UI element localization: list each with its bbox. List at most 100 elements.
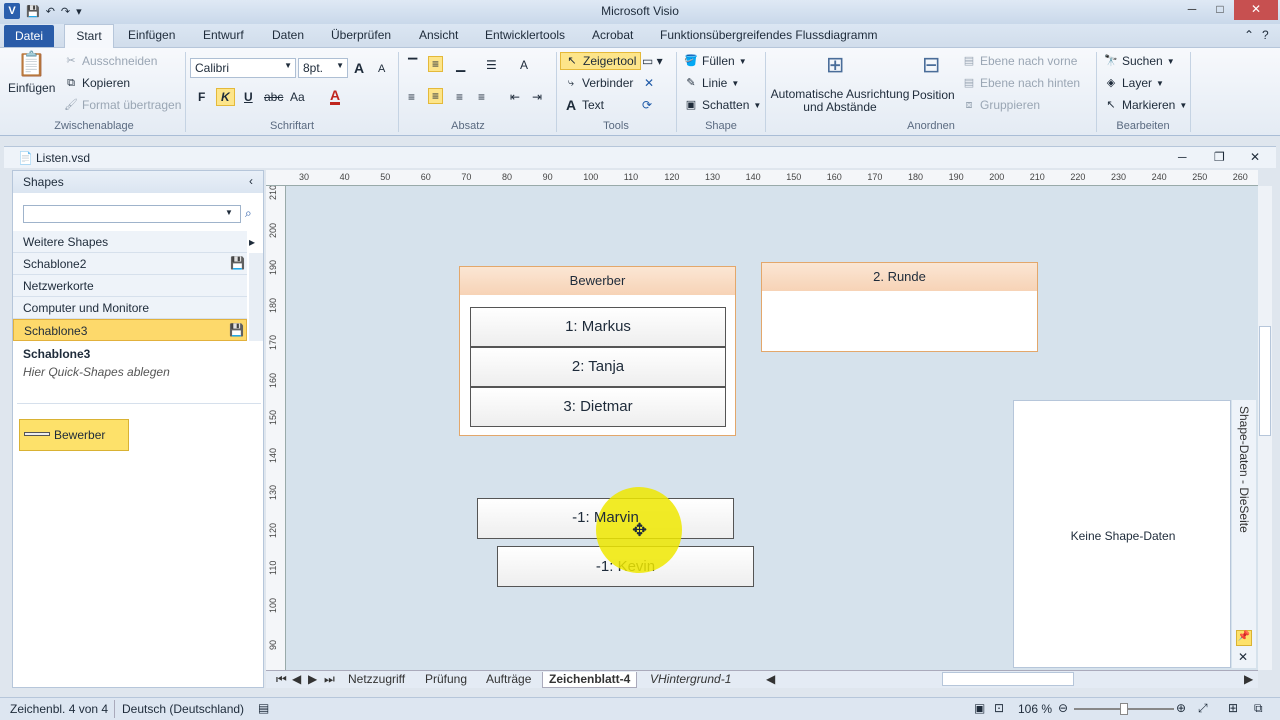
help-icon[interactable]: ? — [1262, 28, 1269, 42]
format-painter-button[interactable]: 🖌 Format übertragen — [64, 98, 181, 112]
select-button[interactable]: ↖ Markieren ▼ — [1104, 98, 1187, 112]
align-bottom-icon[interactable]: ▁ — [456, 58, 465, 72]
bring-forward-button[interactable]: ▤ Ebene nach vorne — [962, 54, 1078, 68]
fullscreen-icon[interactable]: ⊡ — [994, 701, 1004, 715]
status-page[interactable]: Zeichenbl. 4 von 4 — [10, 702, 108, 716]
help-collapse-icon[interactable]: ⌃ — [1244, 28, 1254, 42]
font-name-select[interactable]: Calibri ▼ — [190, 58, 296, 78]
status-language[interactable]: Deutsch (Deutschland) — [122, 702, 244, 716]
pointer-tool-button[interactable]: ↖ Zeigertool — [560, 52, 642, 70]
search-icon[interactable]: ⌕ — [245, 206, 252, 221]
switch-windows-icon[interactable]: ⧉ — [1254, 701, 1263, 716]
align-middle-icon[interactable]: ≡ — [428, 56, 444, 72]
visio-logo-icon[interactable]: V — [4, 3, 20, 19]
pin-icon[interactable]: 📌 — [1236, 630, 1252, 646]
bullets-icon[interactable]: ☰ — [486, 58, 497, 72]
strikethrough-button[interactable]: abc — [264, 90, 283, 104]
horizontal-scroll-thumb[interactable] — [942, 672, 1074, 686]
auto-align-button[interactable]: Automatische Ausrichtung und Abstände — [770, 88, 910, 114]
tab-start[interactable]: Start — [64, 24, 114, 49]
italic-button[interactable]: K — [216, 88, 235, 106]
bold-button[interactable]: F — [198, 90, 205, 104]
chevron-down-icon[interactable]: ▼ — [225, 208, 233, 217]
scroll-thumb[interactable] — [1259, 326, 1271, 436]
tab-page-vhintergrund-1[interactable]: VHintergrund-1 — [644, 672, 737, 688]
stencil-scrollbar[interactable] — [249, 253, 263, 341]
line-button[interactable]: ✎ Linie ▼ — [684, 76, 739, 90]
rotate-icon[interactable]: ⟳ — [642, 98, 652, 112]
pan-zoom-icon[interactable]: ⊞ — [1228, 701, 1238, 715]
stencil-computer-monitore[interactable]: Computer und Monitore — [13, 297, 247, 319]
container-2-runde[interactable]: 2. Runde — [761, 262, 1038, 352]
align-right-icon[interactable]: ≡ — [456, 90, 463, 104]
stencil-schablone2[interactable]: Schablone2 💾 — [13, 253, 247, 275]
tab-insert[interactable]: Einfügen — [128, 28, 175, 42]
font-color-button[interactable]: A — [330, 88, 341, 105]
save-icon[interactable]: 💾 — [229, 323, 244, 337]
redo-icon[interactable]: ↷ — [61, 5, 70, 18]
shapes-search-input[interactable] — [23, 205, 241, 223]
list-item[interactable]: 2: Tanja — [470, 347, 726, 387]
container-bewerber[interactable]: Bewerber 1: Markus 2: Tanja 3: Dietmar — [459, 266, 736, 436]
list-item[interactable]: 1: Markus — [470, 307, 726, 347]
macro-icon[interactable]: ▤ — [258, 701, 269, 715]
rectangle-shape-icon[interactable]: ▭ ▾ — [642, 54, 663, 68]
fit-page-icon[interactable]: ⤢ — [1198, 701, 1208, 716]
doc-close-icon[interactable]: ✕ — [1250, 150, 1260, 164]
connector-button[interactable]: ⤷ Verbinder — [564, 76, 633, 90]
normal-view-icon[interactable]: ▣ — [974, 701, 985, 715]
align-top-icon[interactable]: ▔ — [408, 58, 417, 72]
collapse-icon[interactable]: ‹ — [249, 174, 253, 188]
tab-view[interactable]: Ansicht — [419, 28, 458, 42]
fill-button[interactable]: 🪣 Füllen ▼ — [684, 54, 746, 68]
paste-button[interactable]: 📋 Einfügen — [8, 50, 55, 95]
group-button[interactable]: ⧈ Gruppieren — [962, 98, 1041, 112]
tab-page-zeichenblatt-4[interactable]: Zeichenblatt-4 — [542, 672, 638, 688]
tab-file[interactable]: Datei — [4, 25, 54, 47]
font-size-select[interactable]: 8pt. ▼ — [298, 58, 348, 78]
copy-button[interactable]: ⧉ Kopieren — [64, 76, 130, 90]
doc-restore-icon[interactable]: ❐ — [1214, 150, 1225, 164]
tab-acrobat[interactable]: Acrobat — [592, 28, 633, 42]
doc-minimize-icon[interactable]: ─ — [1178, 150, 1187, 164]
undo-icon[interactable]: ↶ — [46, 5, 55, 18]
stencil-netzwerkorte[interactable]: Netzwerkorte — [13, 275, 247, 297]
customize-icon[interactable]: ▾ — [76, 5, 82, 18]
zoom-slider-thumb[interactable] — [1120, 703, 1128, 715]
cut-button[interactable]: ✂ Ausschneiden — [64, 54, 157, 68]
minimize-icon[interactable]: ─ — [1178, 0, 1206, 20]
tab-review[interactable]: Überprüfen — [331, 28, 391, 42]
tab-data[interactable]: Daten — [272, 28, 304, 42]
maximize-icon[interactable]: □ — [1206, 0, 1234, 20]
tab-page-pruefung[interactable]: Prüfung — [419, 672, 473, 688]
insert-page-icon[interactable]: ◀ — [760, 672, 781, 688]
scroll-right-icon[interactable]: ▶ — [1238, 672, 1259, 688]
close-x-icon[interactable]: ✕ — [644, 76, 654, 90]
save-icon[interactable]: 💾 — [26, 5, 40, 18]
vertical-scrollbar[interactable] — [1258, 186, 1272, 670]
save-icon[interactable]: 💾 — [230, 256, 245, 270]
stencil-more-shapes[interactable]: Weitere Shapes ▸ — [13, 231, 255, 253]
close-icon[interactable]: ✕ — [1234, 0, 1278, 20]
tab-page-auftraege[interactable]: Aufträge — [480, 672, 537, 688]
send-backward-button[interactable]: ▤ Ebene nach hinten — [962, 76, 1080, 90]
change-case-button[interactable]: Aa — [290, 90, 305, 104]
tab-page-netzzugriff[interactable]: Netzzugriff — [342, 672, 411, 688]
decrease-indent-icon[interactable]: ⇤ — [510, 90, 520, 104]
layer-button[interactable]: ◈ Layer ▼ — [1104, 76, 1164, 90]
close-icon[interactable]: ✕ — [1238, 650, 1248, 664]
stencil-schablone3[interactable]: Schablone3 💾 — [13, 319, 247, 341]
shrink-font-button[interactable]: A — [378, 63, 385, 75]
list-item[interactable]: 3: Dietmar — [470, 387, 726, 427]
underline-button[interactable]: U — [244, 90, 253, 104]
position-button[interactable]: Position — [912, 88, 955, 102]
zoom-in-icon[interactable]: ⊕ — [1176, 701, 1186, 715]
text-direction-icon[interactable]: A — [520, 58, 528, 72]
justify-icon[interactable]: ≡ — [478, 90, 485, 104]
find-button[interactable]: 🔭 Suchen ▼ — [1104, 54, 1174, 68]
align-left-icon[interactable]: ≡ — [408, 90, 415, 104]
zoom-out-icon[interactable]: ⊖ — [1058, 701, 1068, 715]
tab-design[interactable]: Entwurf — [203, 28, 244, 42]
text-tool-button[interactable]: A Text — [564, 98, 604, 112]
tab-crossfunctional[interactable]: Funktionsübergreifendes Flussdiagramm — [660, 28, 877, 42]
